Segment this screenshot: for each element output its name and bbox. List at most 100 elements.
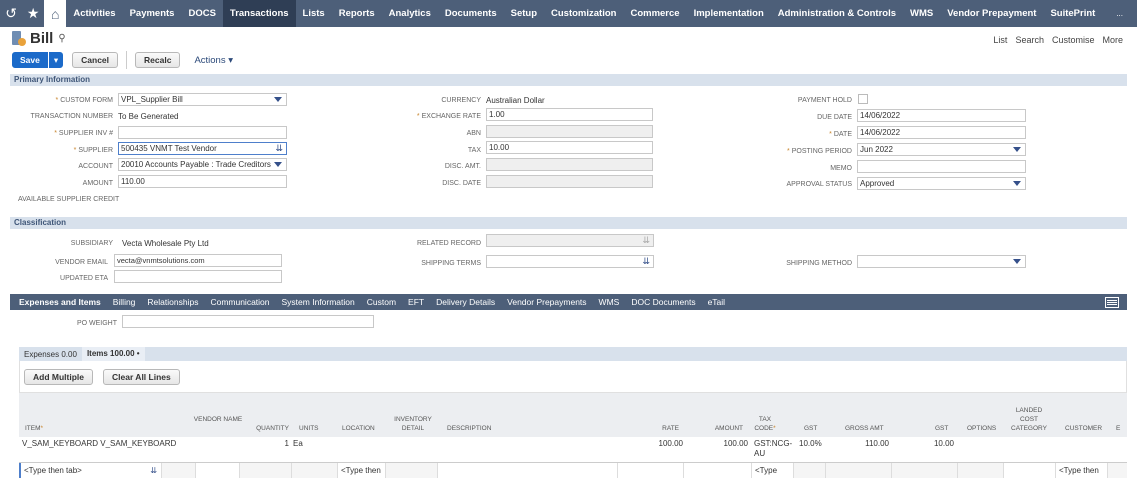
tab-doc-documents[interactable]: DOC Documents: [625, 294, 701, 310]
edit-gross-amt[interactable]: [825, 463, 891, 478]
memo-input[interactable]: [857, 160, 1026, 173]
tab-relationships[interactable]: Relationships: [141, 294, 204, 310]
edit-gst-amount[interactable]: [891, 463, 957, 478]
edit-description[interactable]: [437, 463, 617, 478]
payment-hold-checkbox[interactable]: [858, 94, 868, 104]
tab-eft[interactable]: EFT: [402, 294, 430, 310]
supplier-select[interactable]: 500435 VNMT Test Vendor ⇊: [118, 142, 287, 155]
star-icon[interactable]: ★: [22, 0, 44, 27]
save-button[interactable]: Save: [12, 52, 48, 68]
tab-wms[interactable]: WMS: [593, 294, 626, 310]
tab-delivery-details[interactable]: Delivery Details: [430, 294, 501, 310]
nav-item-analytics[interactable]: Analytics: [382, 0, 438, 27]
clear-all-lines-button[interactable]: Clear All Lines: [103, 369, 180, 385]
edit-customer-input[interactable]: <Type then: [1055, 463, 1107, 478]
link-search[interactable]: Search: [1015, 35, 1044, 45]
nav-item-suiteprint[interactable]: SuitePrint: [1043, 0, 1102, 27]
add-multiple-button[interactable]: Add Multiple: [24, 369, 93, 385]
tab-communication[interactable]: Communication: [204, 294, 275, 310]
subtab-expenses[interactable]: Expenses 0.00: [19, 350, 82, 359]
tax-input[interactable]: 10.00: [486, 141, 653, 154]
edit-rate[interactable]: [617, 463, 683, 478]
tab-custom[interactable]: Custom: [361, 294, 402, 310]
due-date-input[interactable]: 14/06/2022: [857, 109, 1026, 122]
date-input[interactable]: 14/06/2022: [857, 126, 1026, 139]
nav-item-wms[interactable]: WMS: [903, 0, 940, 27]
vendor-email-input[interactable]: vecta@vnmtsolutions.com: [114, 254, 282, 267]
po-weight-input[interactable]: [122, 315, 374, 328]
edit-gst-rate: [793, 463, 825, 478]
amount-input[interactable]: 110.00: [118, 175, 287, 188]
link-customise[interactable]: Customise: [1052, 35, 1095, 45]
edit-quantity[interactable]: [239, 463, 291, 478]
supplier-inv-input[interactable]: [118, 126, 287, 139]
tab-expenses-and-items[interactable]: Expenses and Items: [10, 294, 107, 310]
subtab-items[interactable]: Items 100.00 •: [81, 347, 145, 361]
posting-period-select[interactable]: Jun 2022: [857, 143, 1026, 156]
edit-units[interactable]: [291, 463, 337, 478]
edit-landed-cost[interactable]: [1003, 463, 1055, 478]
edit-item-input[interactable]: <Type then tab> ⇊: [19, 463, 161, 478]
nav-item-implementation[interactable]: Implementation: [687, 0, 771, 27]
row-units: Ea: [293, 439, 303, 448]
edit-options[interactable]: [957, 463, 1003, 478]
save-menu-button[interactable]: ▾: [48, 52, 64, 68]
nav-item-commerce[interactable]: Commerce: [623, 0, 686, 27]
double-chevron-icon: ⇊: [150, 466, 157, 475]
approval-status-select[interactable]: Approved: [857, 177, 1026, 190]
col-vendor-name: Vendor Name: [193, 416, 243, 423]
edit-tax-code-input[interactable]: <Type: [751, 463, 793, 478]
nav-item-lists[interactable]: Lists: [296, 0, 332, 27]
nav-item-customization[interactable]: Customization: [544, 0, 623, 27]
tab-etail[interactable]: eTail: [702, 294, 731, 310]
cancel-button[interactable]: Cancel: [72, 52, 119, 68]
nav-item-activities[interactable]: Activities: [66, 0, 122, 27]
nav-item-documents[interactable]: Documents: [438, 0, 504, 27]
nav-item-docs[interactable]: DOCS: [181, 0, 222, 27]
edit-inventory-detail[interactable]: [385, 463, 437, 478]
exchange-rate-label: * Exchange Rate: [416, 113, 481, 120]
account-select[interactable]: 20010 Accounts Payable : Trade Creditors: [118, 158, 287, 171]
nav-item-vendor-prepayment[interactable]: Vendor Prepayment: [940, 0, 1043, 27]
link-more[interactable]: More: [1102, 35, 1123, 45]
due-date-label: Due Date: [817, 114, 852, 121]
tab-system-information[interactable]: System Information: [276, 294, 361, 310]
currency-value: Australian Dollar: [486, 96, 545, 105]
double-chevron-icon: ⇊: [642, 235, 650, 245]
nav-item-transactions[interactable]: Transactions: [222, 0, 296, 27]
link-list[interactable]: List: [993, 35, 1007, 45]
recalc-button[interactable]: Recalc: [135, 52, 181, 68]
table-row[interactable]: V_SAM_KEYBOARD V_SAM_KEYBOARD 1 Ea 100.0…: [19, 437, 1127, 462]
updated-eta-input[interactable]: [114, 270, 282, 283]
col-tax-code: Tax Code*: [754, 416, 776, 432]
row-gst-rate: 10.0%: [799, 439, 822, 448]
tab-vendor-prepayments[interactable]: Vendor Prepayments: [501, 294, 592, 310]
edit-amount[interactable]: [683, 463, 751, 478]
nav-item-payments[interactable]: Payments: [123, 0, 182, 27]
recent-icon[interactable]: ↺: [0, 0, 22, 27]
nav-item-setup[interactable]: Setup: [504, 0, 544, 27]
edit-location-input[interactable]: <Type then: [337, 463, 385, 478]
shipping-terms-label: Shipping Terms: [421, 260, 481, 267]
nav-item-administration-controls[interactable]: Administration & Controls: [771, 0, 903, 27]
edit-vendor-name[interactable]: [195, 463, 239, 478]
tab-billing[interactable]: Billing: [107, 294, 142, 310]
bill-icon: [12, 30, 26, 47]
updated-eta-label: Updated ETA: [60, 275, 108, 282]
row-tax-code: GST:NCG-AU: [754, 439, 793, 458]
edit-extra[interactable]: [1107, 463, 1127, 478]
disc-amt-label: Disc. Amt.: [444, 163, 481, 170]
shipping-method-select[interactable]: [857, 255, 1026, 268]
home-icon[interactable]: ⌂: [44, 0, 67, 27]
layout-icon[interactable]: [1105, 296, 1119, 308]
actions-menu[interactable]: Actions ▾: [194, 55, 233, 66]
col-description: Description: [447, 425, 492, 432]
exchange-rate-input[interactable]: 1.00: [486, 108, 653, 121]
custom-form-select[interactable]: VPL_Supplier Bill: [118, 93, 287, 106]
search-icon[interactable]: ⚲: [58, 33, 65, 44]
tax-label: Tax: [467, 147, 481, 154]
shipping-terms-select[interactable]: ⇊: [486, 255, 654, 268]
nav-item-reports[interactable]: Reports: [332, 0, 382, 27]
abn-label: ABN: [466, 130, 481, 137]
nav-more[interactable]: ...: [1102, 9, 1137, 18]
